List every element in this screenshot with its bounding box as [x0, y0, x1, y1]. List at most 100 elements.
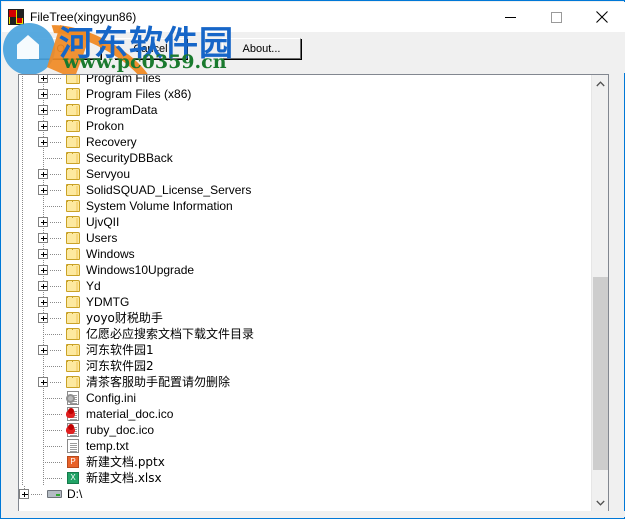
minimize-button[interactable] [487, 2, 533, 32]
tree-hitch [38, 230, 65, 246]
tree-node[interactable]: Windows10Upgrade [19, 262, 593, 278]
tree-node-label: 河东软件园2 [86, 359, 154, 373]
tree-node[interactable]: YDMTG [19, 294, 593, 310]
tree-node-label: 新建文档.xlsx [86, 471, 162, 485]
folder-icon [65, 294, 83, 310]
tree-indent [19, 278, 38, 294]
tree-node[interactable]: P 新建文档.pptx [19, 454, 593, 470]
tree-hitch [38, 182, 65, 198]
tree-hitch [38, 198, 65, 214]
tree-node[interactable]: temp.txt [19, 438, 593, 454]
expand-toggle-icon[interactable] [38, 121, 48, 131]
tree-node[interactable]: 河东软件园1 [19, 342, 593, 358]
expand-toggle-icon[interactable] [38, 377, 48, 387]
tree-node[interactable]: 亿愿必应搜索文档下载文件目录 [19, 326, 593, 342]
scroll-down-button[interactable] [592, 494, 608, 511]
drive-icon [46, 486, 64, 502]
tree-node[interactable]: System Volume Information [19, 198, 593, 214]
expand-toggle-icon[interactable] [38, 345, 48, 355]
tree-hitch [38, 134, 65, 150]
tree-indent [19, 166, 38, 182]
tree-node[interactable]: 清茶客服助手配置请勿删除 [19, 374, 593, 390]
tree-node-label: Windows10Upgrade [86, 263, 195, 277]
about-button[interactable]: About... [222, 38, 301, 59]
tree-indent [19, 390, 38, 406]
window-bottom-strip [2, 511, 625, 517]
tree-node[interactable]: X 新建文档.xlsx [19, 470, 593, 486]
expand-toggle-icon[interactable] [38, 105, 48, 115]
tree-node[interactable]: Program Files [19, 75, 593, 86]
tree-hitch [38, 214, 65, 230]
tree-node-label: Yd [86, 279, 101, 293]
tree-node[interactable]: 河东软件园2 [19, 358, 593, 374]
tree-node[interactable]: material_doc.ico [19, 406, 593, 422]
tree-node[interactable]: SolidSQUAD_License_Servers [19, 182, 593, 198]
tree-hitch [38, 150, 65, 166]
expand-toggle-icon[interactable] [38, 169, 48, 179]
tree-node-label: SecurityDBBack [86, 151, 173, 165]
tree-node[interactable]: Recovery [19, 134, 593, 150]
folder-icon [65, 182, 83, 198]
tree-indent [19, 374, 38, 390]
expand-toggle-icon[interactable] [38, 89, 48, 99]
folder-icon [65, 214, 83, 230]
folder-icon [65, 358, 83, 374]
scrollbar-thumb[interactable] [593, 277, 608, 470]
expand-toggle-icon[interactable] [38, 313, 48, 323]
tree-node[interactable]: SecurityDBBack [19, 150, 593, 166]
tree-indent [19, 438, 38, 454]
vertical-scrollbar[interactable] [591, 75, 608, 511]
tree-node-label: Recovery [86, 135, 137, 149]
expand-toggle-icon[interactable] [38, 297, 48, 307]
tree-indent [19, 118, 38, 134]
expand-toggle-icon[interactable] [38, 75, 48, 83]
tree-node[interactable]: Windows [19, 246, 593, 262]
expand-toggle-icon[interactable] [19, 489, 29, 499]
tree-node-label: 新建文档.pptx [86, 455, 165, 469]
tree-hitch [38, 454, 65, 470]
tree-hitch [38, 118, 65, 134]
tree-node[interactable]: ProgramData [19, 102, 593, 118]
folder-icon [65, 75, 83, 86]
tree-node[interactable]: Yd [19, 278, 593, 294]
tree-hitch [38, 390, 65, 406]
expand-toggle-icon[interactable] [38, 185, 48, 195]
file-tree-scroll-area[interactable]: Program Files Program Files (x86) ProgramD… [19, 75, 593, 511]
tree-node[interactable]: Prokon [19, 118, 593, 134]
tree-indent [19, 310, 38, 326]
tree-node-label: ProgramData [86, 103, 158, 117]
expand-toggle-icon[interactable] [38, 233, 48, 243]
tree-node[interactable]: Config.ini [19, 390, 593, 406]
tree-node[interactable]: D:\ [19, 486, 593, 502]
scroll-up-button[interactable] [592, 75, 608, 92]
expand-toggle-icon[interactable] [38, 217, 48, 227]
tree-indent [19, 454, 38, 470]
expand-toggle-icon[interactable] [38, 249, 48, 259]
maximize-button[interactable] [533, 2, 579, 32]
tree-node[interactable]: yoyo财税助手 [19, 310, 593, 326]
expand-toggle-icon[interactable] [38, 265, 48, 275]
tree-indent [19, 102, 38, 118]
tree-indent [19, 214, 38, 230]
cancel-button[interactable]: Cancel [114, 38, 187, 59]
folder-icon [65, 198, 83, 214]
tree-hitch [38, 438, 65, 454]
tree-node-label: 清茶客服助手配置请勿删除 [86, 375, 231, 389]
tree-node[interactable]: Users [19, 230, 593, 246]
tree-node[interactable]: ruby_doc.ico [19, 422, 593, 438]
tree-node[interactable]: UjvQII [19, 214, 593, 230]
tree-indent [19, 470, 38, 486]
tree-hitch [38, 246, 65, 262]
expand-toggle-icon[interactable] [38, 281, 48, 291]
tree-indent [19, 134, 38, 150]
tree-hitch [38, 166, 65, 182]
close-button[interactable] [579, 2, 625, 32]
ok-button[interactable]: OK [28, 38, 101, 59]
folder-icon [65, 102, 83, 118]
tree-node[interactable]: Servyou [19, 166, 593, 182]
tree-node[interactable]: Program Files (x86) [19, 86, 593, 102]
tree-node-label: D:\ [67, 487, 83, 501]
tree-hitch [38, 294, 65, 310]
folder-icon [65, 326, 83, 342]
expand-toggle-icon[interactable] [38, 137, 48, 147]
